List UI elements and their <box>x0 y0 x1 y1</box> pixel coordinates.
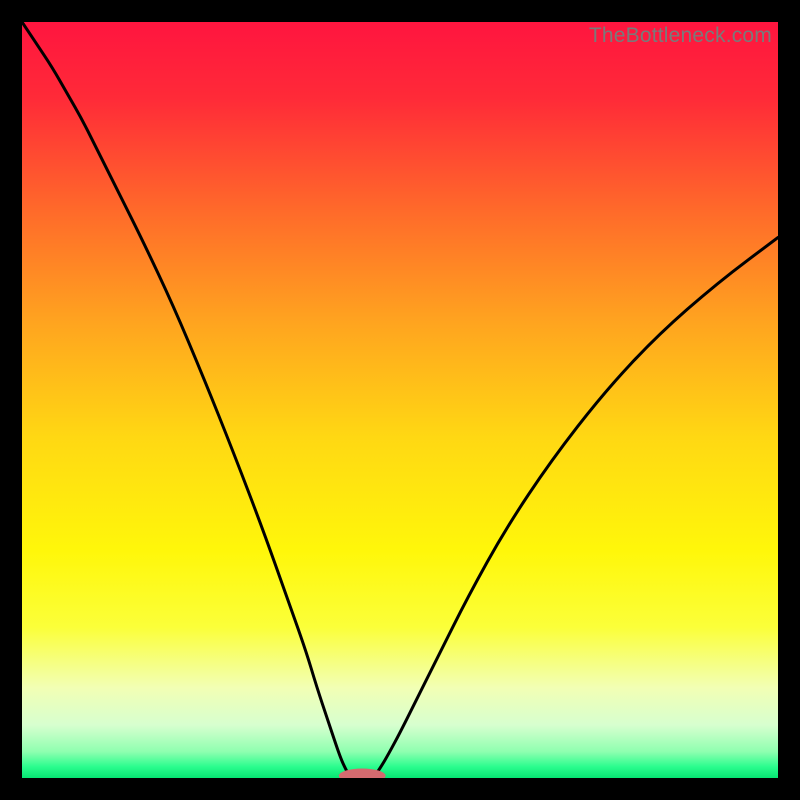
watermark-text: TheBottleneck.com <box>589 24 772 48</box>
gradient-background <box>22 22 778 778</box>
chart-frame: TheBottleneck.com <box>22 22 778 778</box>
chart-svg <box>22 22 778 778</box>
